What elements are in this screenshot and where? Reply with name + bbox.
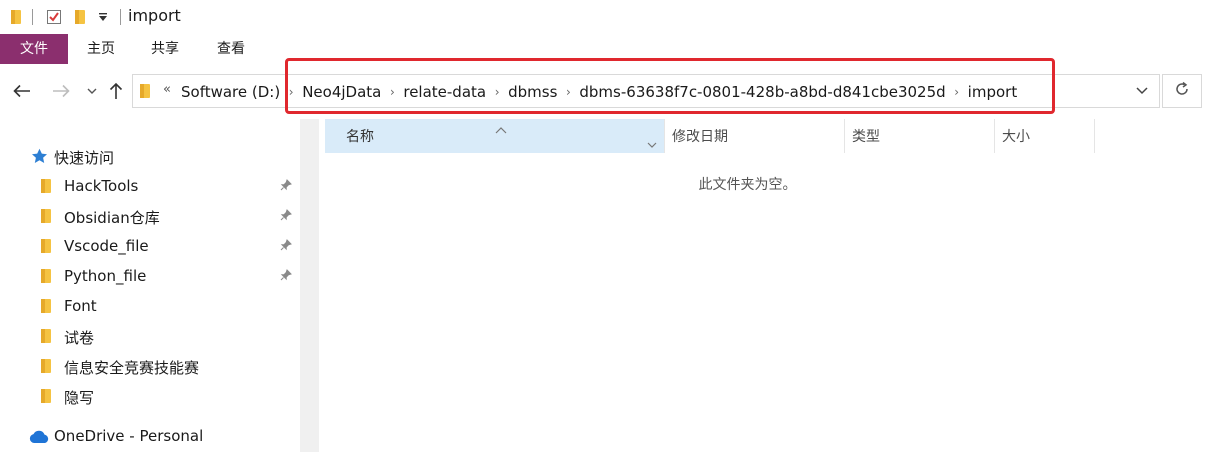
sidebar-item-font[interactable]: Font <box>0 291 300 321</box>
ribbon-tabs: 文件 主页 共享 查看 <box>0 34 1212 64</box>
chevron-right-icon[interactable]: › <box>557 85 579 99</box>
nav-onedrive[interactable]: OneDrive - Personal <box>0 421 300 451</box>
crumb-dbms-id[interactable]: dbms-63638f7c-0801-428b-a8bd-d841cbe3025… <box>579 83 945 101</box>
crumb-neo4jdata[interactable]: Neo4jData <box>302 83 381 101</box>
navigation-pane: 快速访问 HackTools Obsidian仓库 Vscode_file Py… <box>0 119 300 452</box>
column-header-name[interactable]: 名称 <box>325 119 665 153</box>
folder-icon <box>40 388 52 408</box>
address-bar[interactable]: « Software (D:) › Neo4jData › relate-dat… <box>132 74 1160 108</box>
folder-icon <box>40 298 52 318</box>
pin-icon[interactable] <box>280 179 292 194</box>
pin-icon[interactable] <box>280 269 292 284</box>
title-bar: import <box>0 0 1212 34</box>
chevron-right-icon[interactable]: › <box>381 85 403 99</box>
sidebar-item-label: Obsidian仓库 <box>64 209 160 227</box>
pin-icon[interactable] <box>280 239 292 254</box>
folder-icon <box>40 268 52 288</box>
sort-ascending-icon <box>495 115 507 151</box>
tab-share[interactable]: 共享 <box>138 34 192 64</box>
new-folder-icon[interactable] <box>72 8 88 26</box>
folder-icon <box>40 358 52 378</box>
nav-pane-scrollbar[interactable] <box>300 119 319 452</box>
sidebar-item-steganography[interactable]: 隐写 <box>0 381 300 411</box>
toolbar-separator <box>32 9 33 25</box>
nav-quick-access-label: 快速访问 <box>54 149 115 167</box>
sidebar-item-security-contest[interactable]: 信息安全竞赛技能赛 <box>0 351 300 381</box>
folder-icon <box>40 208 52 228</box>
cloud-icon <box>28 430 50 448</box>
content-scroll-area <box>1170 119 1212 452</box>
tab-home[interactable]: 主页 <box>74 34 128 64</box>
folder-icon <box>40 178 52 198</box>
sidebar-item-label: Font <box>64 297 97 315</box>
customize-dropdown-icon[interactable] <box>96 8 110 26</box>
pin-icon[interactable] <box>280 209 292 224</box>
sidebar-item-label: 信息安全竞赛技能赛 <box>64 359 200 377</box>
column-name-label: 名称 <box>346 129 374 145</box>
sidebar-item-label: Python_file <box>64 267 147 285</box>
star-icon <box>31 148 48 168</box>
folder-icon <box>40 328 52 348</box>
empty-folder-message: 此文件夹为空。 <box>698 177 797 193</box>
sidebar-item-hacktools[interactable]: HackTools <box>0 171 300 201</box>
folder-icon[interactable] <box>8 8 24 26</box>
sidebar-item-vscode-file[interactable]: Vscode_file <box>0 231 300 261</box>
crumb-software-drive[interactable]: Software (D:) <box>181 83 280 101</box>
refresh-button[interactable] <box>1162 74 1202 108</box>
breadcrumb: Software (D:) › Neo4jData › relate-data … <box>181 75 1017 109</box>
recent-locations-chevron-icon[interactable] <box>81 80 103 102</box>
refresh-icon <box>1174 81 1190 102</box>
tab-file[interactable]: 文件 <box>0 34 68 64</box>
forward-arrow-icon[interactable] <box>50 80 72 102</box>
folder-icon <box>139 83 151 103</box>
file-list: 名称 修改日期 类型 大小 此文件夹为空。 <box>325 119 1170 452</box>
chevron-right-icon[interactable]: › <box>280 85 302 99</box>
column-header-size[interactable]: 大小 <box>995 119 1095 153</box>
sidebar-item-python-file[interactable]: Python_file <box>0 261 300 291</box>
navigation-bar: « Software (D:) › Neo4jData › relate-dat… <box>0 64 1212 119</box>
crumb-relate-data[interactable]: relate-data <box>403 83 486 101</box>
sidebar-item-exam[interactable]: 试卷 <box>0 321 300 351</box>
nav-quick-access[interactable]: 快速访问 <box>0 141 300 171</box>
window-title: import <box>128 6 181 25</box>
crumb-dbmss[interactable]: dbmss <box>508 83 557 101</box>
sidebar-item-label: 隐写 <box>64 389 95 407</box>
chevron-right-icon[interactable]: › <box>946 85 968 99</box>
sidebar-item-label: 试卷 <box>64 329 95 347</box>
address-history-chevron-icon[interactable] <box>1135 83 1151 99</box>
crumb-import[interactable]: import <box>968 83 1018 101</box>
tab-view[interactable]: 查看 <box>204 34 258 64</box>
column-filter-chevron-icon[interactable] <box>647 129 657 165</box>
nav-onedrive-label: OneDrive - Personal <box>54 427 204 445</box>
chevron-right-icon[interactable]: › <box>486 85 508 99</box>
sidebar-item-obsidian[interactable]: Obsidian仓库 <box>0 201 300 231</box>
column-header-date[interactable]: 修改日期 <box>665 119 845 153</box>
overflow-crumb[interactable]: « <box>163 82 171 97</box>
folder-icon <box>40 238 52 258</box>
toolbar-separator <box>120 9 121 25</box>
back-arrow-icon[interactable] <box>11 80 33 102</box>
up-arrow-icon[interactable] <box>105 80 127 102</box>
column-header-type[interactable]: 类型 <box>845 119 995 153</box>
sidebar-item-label: HackTools <box>64 177 139 195</box>
column-headers: 名称 修改日期 类型 大小 <box>325 119 1170 153</box>
properties-check-icon[interactable] <box>45 8 63 26</box>
sidebar-item-label: Vscode_file <box>64 237 149 255</box>
